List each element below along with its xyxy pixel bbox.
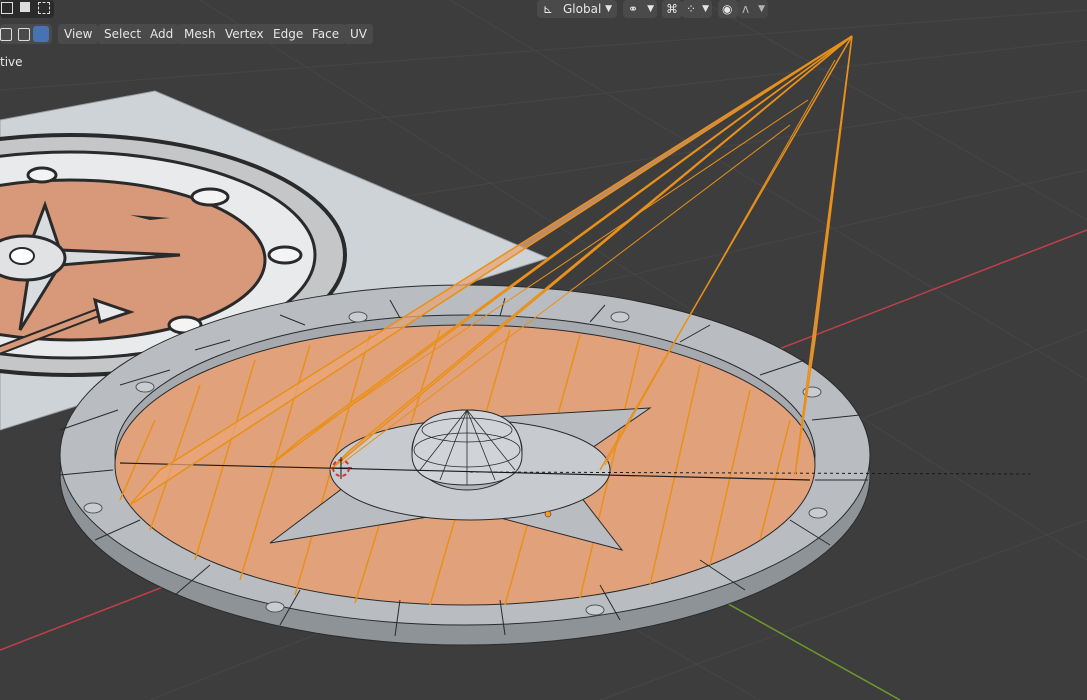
menu-mesh[interactable]: Mesh: [178, 24, 222, 44]
pivot-dropdown[interactable]: ⚭ ▼: [623, 0, 657, 18]
menu-edge[interactable]: Edge: [267, 24, 310, 44]
menu-select[interactable]: Select: [98, 24, 148, 44]
pivot-icon: ⚭: [628, 2, 639, 16]
menu-face[interactable]: Face: [306, 24, 346, 44]
chevron-down-icon: ▼: [702, 4, 709, 14]
menu-uv[interactable]: UV: [344, 24, 373, 44]
viewport-mode-label: tive: [0, 55, 23, 69]
snap-toggle[interactable]: ⌘: [662, 0, 682, 18]
proportional-edit-toggle[interactable]: ◉: [718, 0, 738, 18]
menu-view[interactable]: View: [58, 24, 99, 44]
mode-extend-icon[interactable]: [20, 2, 30, 12]
mode-select-icon[interactable]: [1, 2, 13, 14]
menu-add[interactable]: Add: [144, 24, 180, 44]
edge-select-icon[interactable]: [18, 28, 30, 41]
transform-orientation-icon: ⊾: [543, 2, 554, 16]
transform-orientation-label: Global: [563, 2, 602, 16]
select-mode-group[interactable]: [0, 0, 54, 18]
menu-vertex[interactable]: Vertex: [219, 24, 270, 44]
sundial-base-mesh[interactable]: [59, 284, 1031, 646]
snap-target-icon: ⁘: [686, 2, 697, 16]
object-origin-icon: [544, 510, 552, 518]
face-select-icon[interactable]: [33, 26, 49, 42]
proportional-edit-icon: ◉: [722, 2, 733, 16]
falloff-dropdown[interactable]: ʌ ▼: [738, 0, 768, 18]
mode-subtract-icon[interactable]: [38, 2, 50, 14]
3d-viewport[interactable]: [0, 0, 1087, 700]
snap-icon: ⌘: [666, 2, 678, 16]
transform-orientation-dropdown[interactable]: ⊾ Global ▼: [537, 0, 617, 18]
chevron-down-icon: ▼: [758, 4, 765, 14]
falloff-icon: ʌ: [742, 2, 750, 16]
vertex-select-icon[interactable]: [0, 28, 12, 41]
chevron-down-icon: ▼: [605, 4, 612, 14]
chevron-down-icon: ▼: [647, 4, 654, 14]
snap-target-dropdown[interactable]: ⁘ ▼: [682, 0, 712, 18]
select-element-group[interactable]: [0, 24, 52, 44]
